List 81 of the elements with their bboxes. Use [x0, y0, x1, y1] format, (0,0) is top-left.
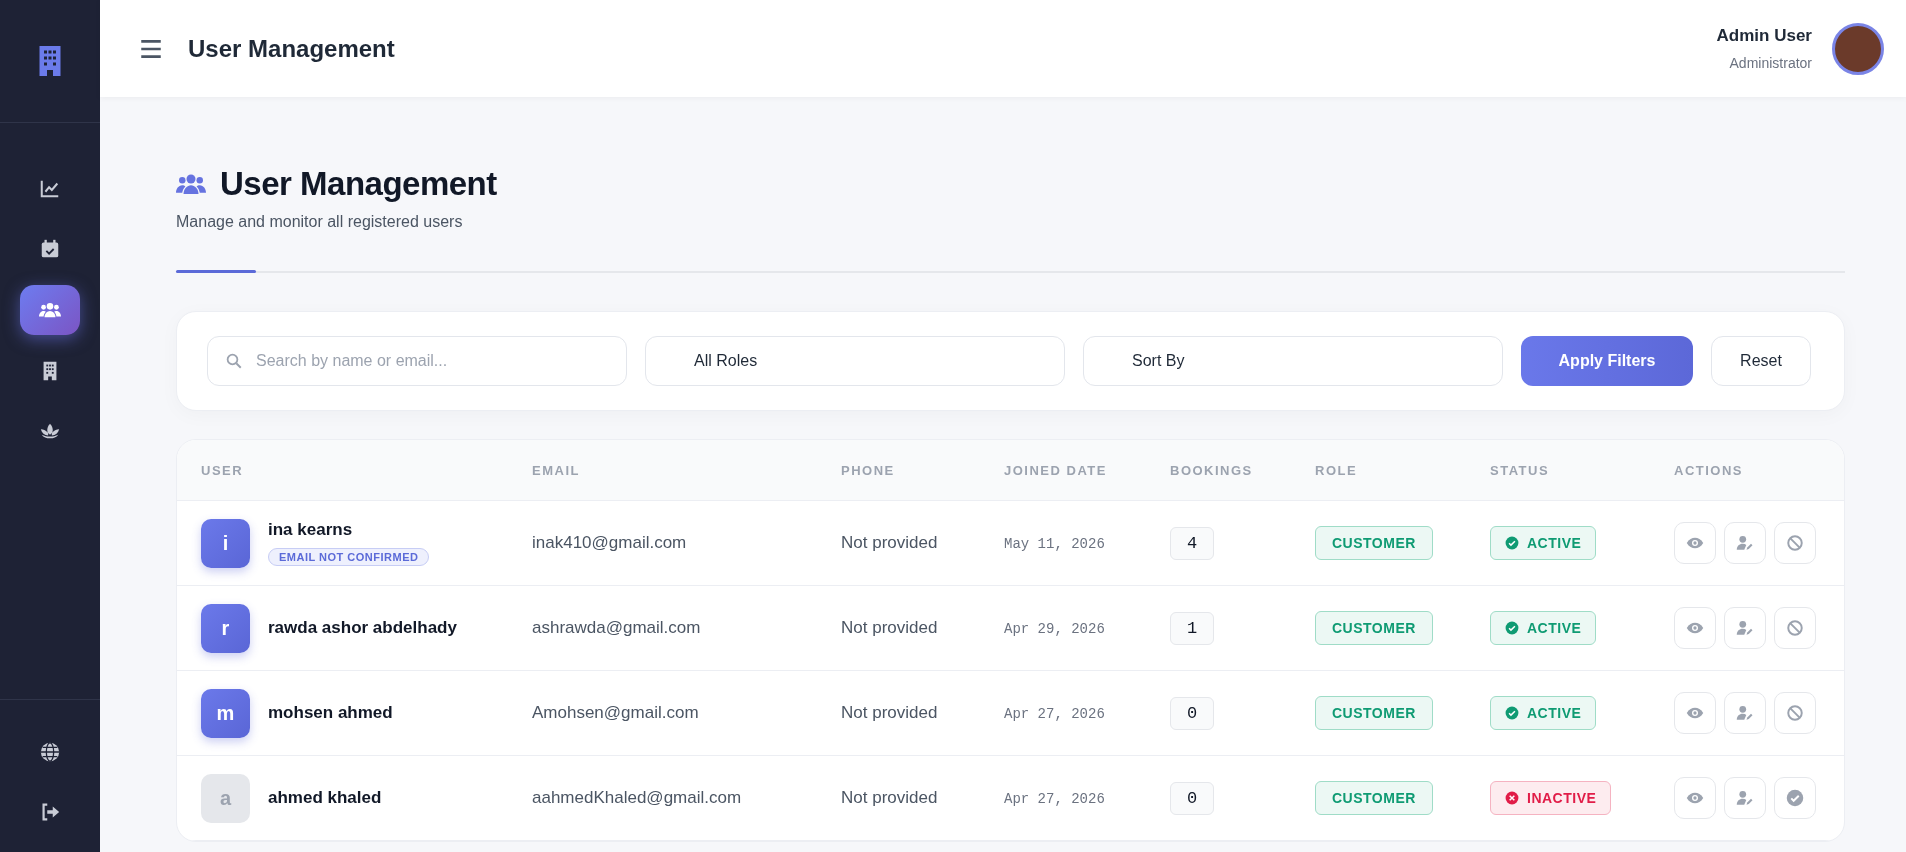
page-subtitle: Manage and monitor all registered users: [176, 213, 464, 231]
email-text: ashrawda@gmail.com: [532, 618, 701, 637]
view-button[interactable]: [1674, 607, 1716, 649]
sort-dropdown[interactable]: Sort By: [1083, 336, 1503, 386]
edit-role-button[interactable]: [1724, 777, 1766, 819]
user-name: mohsen ahmed: [268, 703, 393, 723]
column-header: STATUS: [1490, 462, 1551, 478]
bookings-count: 0: [1170, 696, 1215, 730]
deactivate-button[interactable]: [1774, 607, 1816, 649]
column-header: EMAIL: [532, 462, 581, 478]
nav-item[interactable]: [20, 285, 80, 335]
email-text: Amohsen@gmail.com: [532, 703, 699, 722]
ban-icon: [1786, 534, 1804, 552]
joined-date: Apr 27, 2026: [1004, 791, 1105, 807]
check-circle-icon: [1505, 536, 1519, 550]
bookings-count: 4: [1170, 526, 1215, 560]
bookings-count: 0: [1170, 781, 1215, 815]
role-badge: CUSTOMER: [1315, 526, 1433, 560]
user-avatar: r: [201, 603, 250, 653]
check-circle-icon: [1505, 706, 1519, 720]
email-text: aahmedKhaled@gmail.com: [532, 788, 742, 807]
status-text: ACTIVE: [1527, 535, 1582, 551]
joined-date: Apr 27, 2026: [1004, 706, 1105, 722]
check-circle-icon: [1505, 621, 1519, 635]
role-dropdown[interactable]: All Roles: [645, 336, 1065, 386]
bookings-count: 1: [1170, 611, 1215, 645]
column-header: JOINED DATE: [1004, 462, 1108, 478]
user-name: ahmed khaled: [268, 788, 382, 808]
email-status-badge: EMAIL NOT CONFIRMED: [268, 548, 430, 566]
reset-button[interactable]: Reset: [1711, 336, 1811, 386]
column-header: BOOKINGS: [1170, 462, 1254, 478]
column-header: ROLE: [1315, 462, 1359, 478]
check-circle-icon: [1786, 789, 1804, 807]
role-badge: CUSTOMER: [1315, 611, 1433, 645]
column-header: PHONE: [841, 462, 896, 478]
phone-text: Not provided: [841, 788, 938, 807]
line-chart-icon: [39, 178, 61, 200]
phone-text: Not provided: [841, 703, 938, 722]
role-badge: CUSTOMER: [1315, 781, 1433, 815]
view-button[interactable]: [1674, 777, 1716, 819]
deactivate-button[interactable]: [1774, 692, 1816, 734]
status-text: ACTIVE: [1527, 620, 1582, 636]
user-name: ina kearns: [268, 520, 353, 540]
joined-date: Apr 29, 2026: [1004, 621, 1105, 637]
ban-icon: [1786, 619, 1804, 637]
search-field[interactable]: Search by name or email...: [207, 336, 627, 386]
user-name: rawda ashor abdelhady: [268, 618, 457, 638]
column-header: USER: [201, 462, 245, 478]
activate-button[interactable]: [1774, 777, 1816, 819]
user-avatar: a: [201, 773, 250, 823]
logout-icon: [39, 801, 61, 823]
globe-icon: [39, 741, 61, 763]
user-role: Administrator: [1729, 55, 1812, 71]
edit-role-button[interactable]: [1724, 522, 1766, 564]
edit-role-button[interactable]: [1724, 607, 1766, 649]
view-button[interactable]: [1674, 522, 1716, 564]
apply-filters-button[interactable]: Apply Filters: [1521, 336, 1693, 386]
deactivate-button[interactable]: [1774, 522, 1816, 564]
email-text: inak410@gmail.com: [532, 533, 687, 552]
user-edit-icon: [1736, 704, 1754, 722]
page-title: User Management: [220, 165, 497, 203]
avatar[interactable]: [1832, 22, 1884, 75]
calendar-icon: [39, 238, 61, 260]
ban-icon: [1786, 704, 1804, 722]
user-avatar: i: [201, 518, 250, 568]
view-button[interactable]: [1674, 692, 1716, 734]
user-avatar: m: [201, 688, 250, 738]
x-circle-icon: [1505, 791, 1519, 805]
user-edit-icon: [1736, 789, 1754, 807]
column-header: ACTIONS: [1674, 462, 1744, 478]
status-text: ACTIVE: [1527, 705, 1582, 721]
user-edit-icon: [1736, 534, 1754, 552]
header-title: User Management: [188, 34, 396, 63]
phone-text: Not provided: [841, 618, 938, 637]
role-badge: CUSTOMER: [1315, 696, 1433, 730]
status-text: INACTIVE: [1527, 790, 1597, 806]
user-name: Admin User: [1716, 26, 1812, 46]
phone-text: Not provided: [841, 533, 938, 552]
joined-date: May 11, 2026: [1004, 536, 1105, 552]
edit-role-button[interactable]: [1724, 692, 1766, 734]
user-edit-icon: [1736, 619, 1754, 637]
